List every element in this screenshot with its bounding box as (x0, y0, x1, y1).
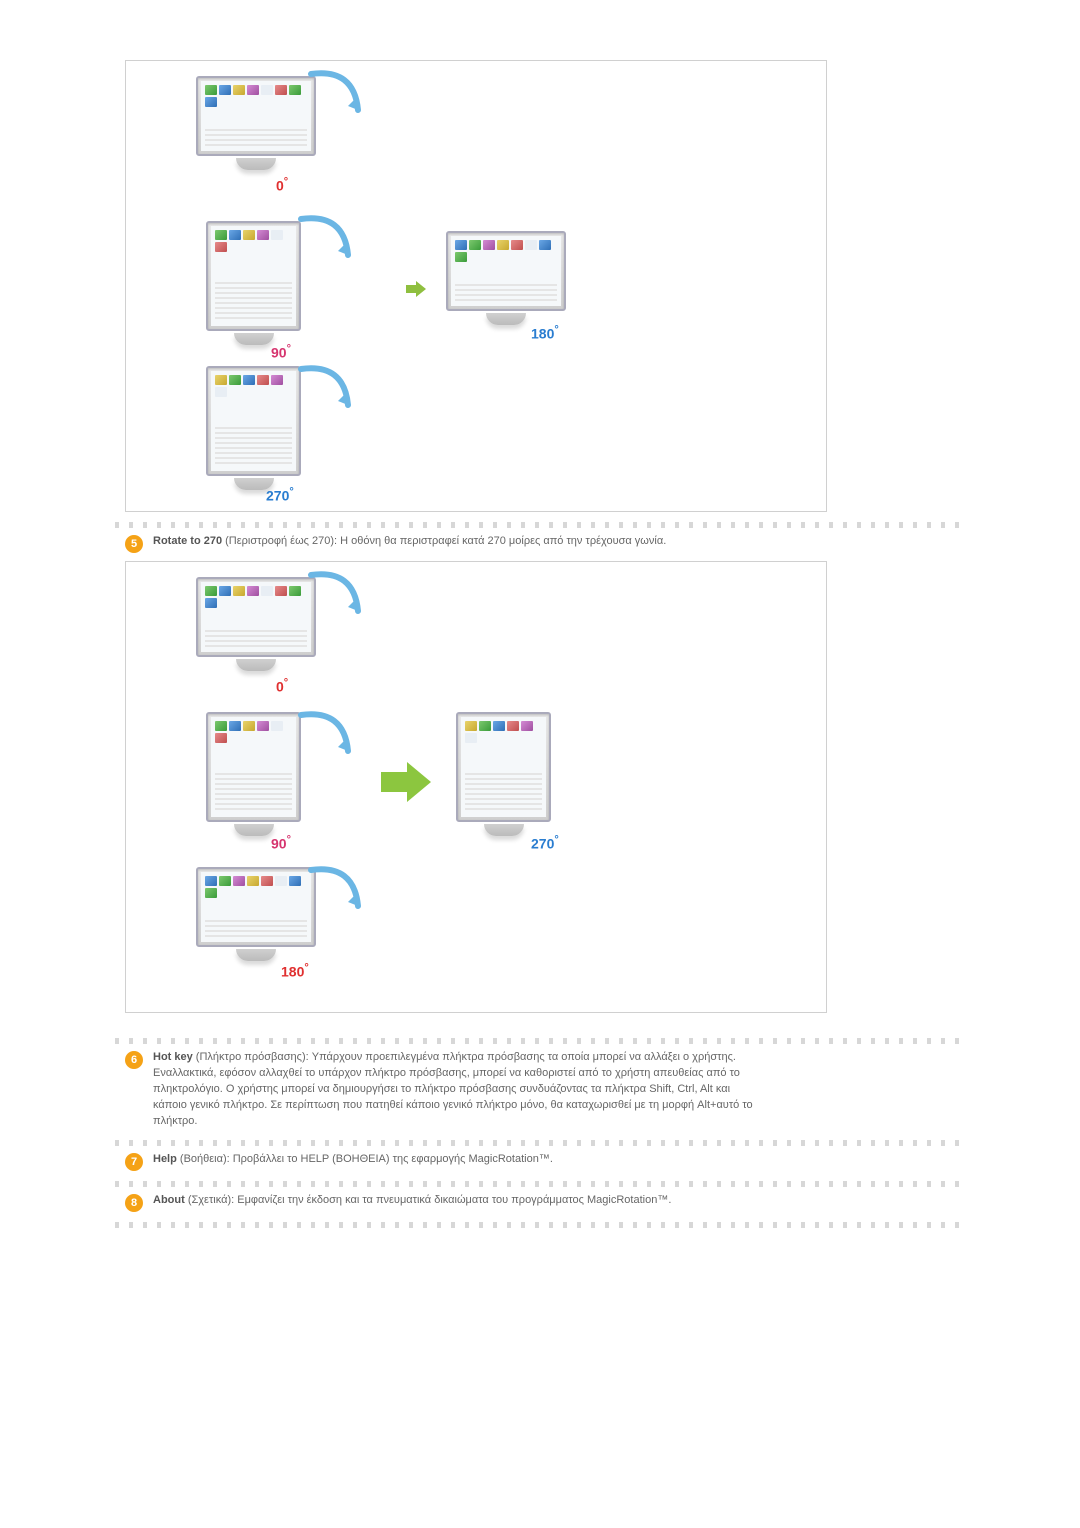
separator-dots (115, 522, 965, 528)
item-number-8: 8 (125, 1194, 143, 1212)
monitor-180deg (196, 867, 316, 977)
curve-arrow-icon (296, 211, 356, 271)
page: 0° 90° (0, 0, 1080, 1294)
monitor-90deg (206, 221, 301, 356)
label-270: 270° (266, 486, 294, 504)
item-7: 7 Help (Βοήθεια): Προβάλλει το HELP (ΒΟΗ… (115, 1152, 965, 1171)
monitor-0deg (196, 577, 316, 687)
label-180: 180° (281, 962, 309, 980)
rotation-diagram-270: 0° 90° (125, 561, 827, 1013)
separator-dots (115, 1140, 965, 1146)
arrow-right-small-icon (406, 281, 426, 297)
separator-dots (115, 1038, 965, 1044)
curve-arrow-icon (306, 862, 366, 922)
separator-dots (115, 1222, 965, 1228)
item-8: 8 About (Σχετικά): Εμφανίζει την έκδοση … (115, 1193, 965, 1212)
item-5: 5 Rotate to 270 (Περιστροφή έως 270): Η … (115, 534, 965, 553)
item-7-text: Help (Βοήθεια): Προβάλλει το HELP (ΒΟΗΘΕ… (153, 1152, 553, 1171)
label-0: 0° (276, 677, 288, 695)
label-270-result: 270° (531, 834, 559, 852)
item-8-text: About (Σχετικά): Εμφανίζει την έκδοση κα… (153, 1193, 671, 1212)
arrow-right-big-icon (381, 762, 431, 802)
item-number-6: 6 (125, 1051, 143, 1069)
item-number-7: 7 (125, 1153, 143, 1171)
label-90: 90° (271, 834, 291, 852)
monitor-90deg (206, 712, 301, 847)
item-5-text: Rotate to 270 (Περιστροφή έως 270): Η οθ… (153, 534, 666, 553)
monitor-0deg (196, 76, 316, 186)
label-0: 0° (276, 176, 288, 194)
curve-arrow-icon (296, 707, 356, 767)
monitor-270deg (206, 366, 301, 501)
curve-arrow-icon (296, 361, 356, 421)
rotation-diagram-180: 0° 90° (125, 60, 827, 512)
curve-arrow-icon (306, 567, 366, 627)
item-6: 6 Hot key (Πλήκτρο πρόσβασης): Υπάρχουν … (115, 1050, 965, 1130)
monitor-270deg-result (456, 712, 551, 847)
label-180-result: 180° (531, 324, 559, 342)
label-90: 90° (271, 343, 291, 361)
curve-arrow-icon (306, 66, 366, 126)
separator-dots (115, 1181, 965, 1187)
item-number-5: 5 (125, 535, 143, 553)
item-6-text: Hot key (Πλήκτρο πρόσβασης): Υπάρχουν πρ… (153, 1050, 753, 1130)
